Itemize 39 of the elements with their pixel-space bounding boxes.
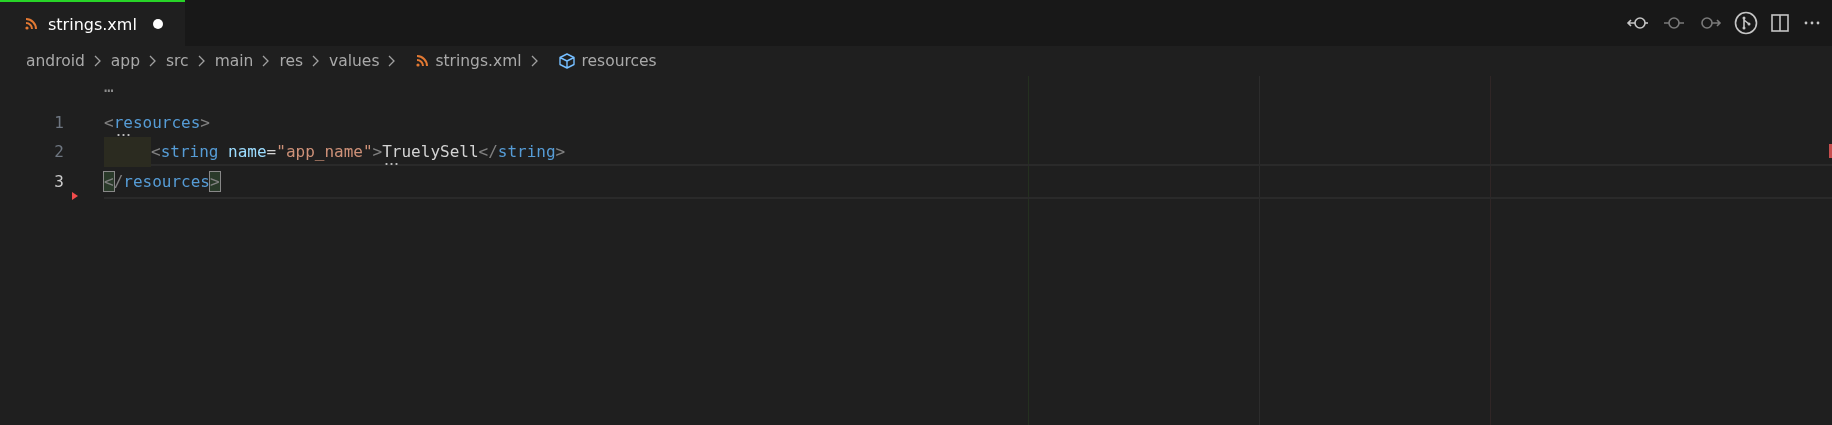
code-token: </ — [478, 142, 498, 162]
rss-icon — [415, 54, 430, 68]
breadcrumb-item[interactable]: res — [279, 52, 304, 70]
code-token: > — [210, 171, 220, 191]
line-number: 2 — [53, 142, 64, 162]
code-token: string — [160, 142, 219, 162]
code-text: = — [266, 142, 277, 162]
breadcrumb-item[interactable]: resources — [581, 52, 657, 70]
unsaved-dot-icon — [152, 19, 163, 29]
code-token: < — [104, 112, 114, 132]
chevron-icon — [529, 54, 540, 68]
breadcrumb-item[interactable]: values — [329, 52, 380, 70]
scrollbar-marker — [1829, 144, 1832, 158]
chevron-icon — [148, 54, 158, 68]
breadcrumb-item[interactable]: src — [166, 52, 189, 70]
code-token: < — [104, 171, 114, 191]
chevron-icon — [92, 54, 103, 68]
code-token: resources — [113, 112, 201, 132]
branch-icon[interactable] — [1734, 11, 1758, 35]
breadcrumb-item[interactable]: app — [110, 52, 140, 70]
editor-tab[interactable]: strings.xml — [0, 0, 185, 46]
breadcrumb-item[interactable]: main — [214, 52, 254, 70]
code-token: < — [151, 142, 161, 162]
chevron-icon — [196, 54, 207, 68]
split-editor-icon[interactable] — [1770, 13, 1790, 33]
breadcrumb-item[interactable]: android — [26, 52, 85, 70]
code-token: > — [372, 142, 383, 162]
breadcrumb-item[interactable]: strings.xml — [435, 52, 522, 70]
line-number: 3 — [53, 171, 64, 191]
code-token: > — [555, 142, 566, 162]
cube-icon — [557, 52, 576, 70]
rss-icon — [24, 17, 38, 31]
code-token: name — [227, 142, 267, 162]
code-token: > — [200, 112, 210, 132]
code-token: string — [497, 142, 556, 162]
fold-ellipsis: … — [104, 77, 114, 97]
line-number: 1 — [53, 112, 64, 132]
code-text: TruelySell — [382, 142, 479, 162]
code-token: "app_name" — [276, 142, 373, 162]
